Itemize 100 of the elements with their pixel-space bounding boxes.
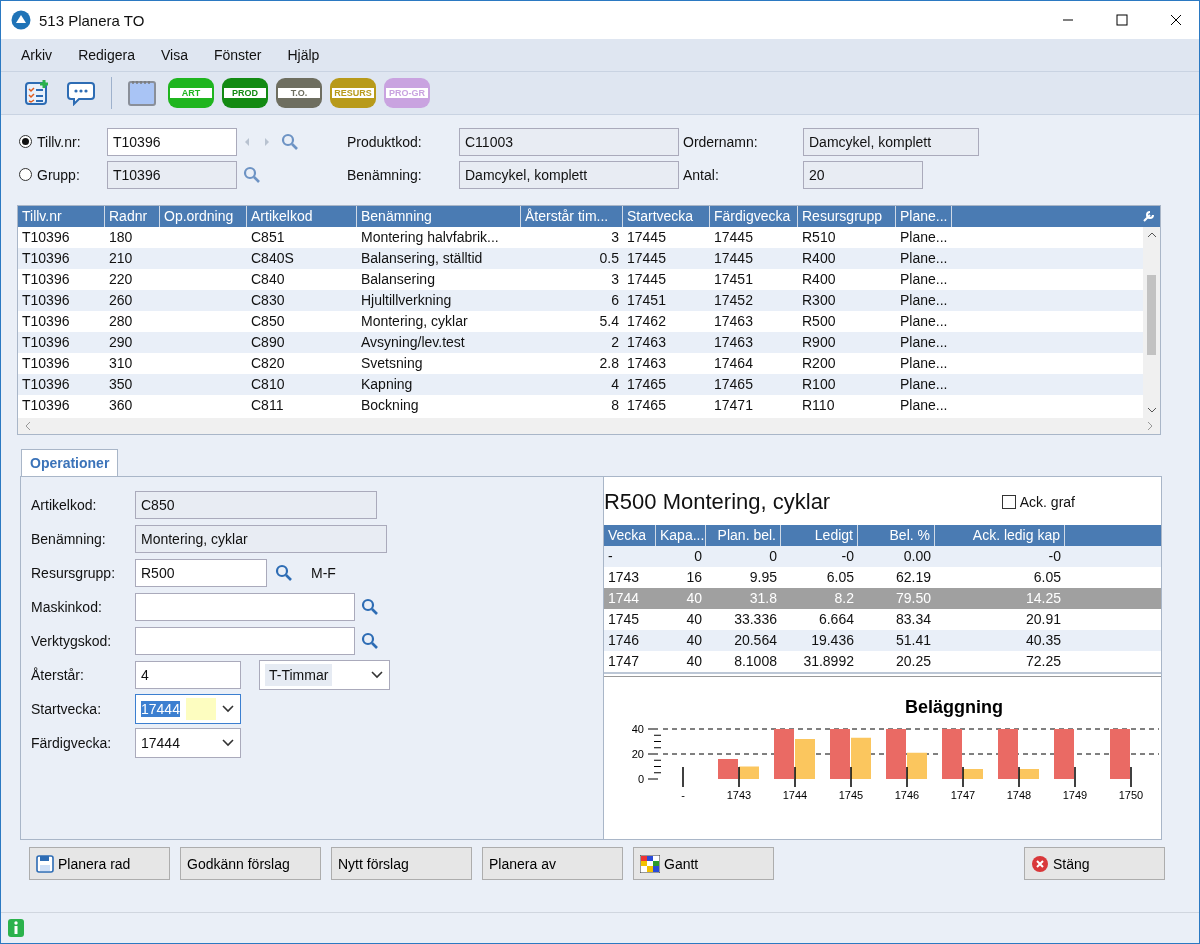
scrollbar-thumb[interactable] xyxy=(1147,275,1156,355)
table-cell-text: Plane... xyxy=(899,375,949,394)
chart-bar xyxy=(774,729,794,779)
table-cell-text: 360 xyxy=(108,396,134,415)
toolbar-button[interactable]: T.O. xyxy=(276,78,322,108)
table-cell-text: C890 xyxy=(250,333,286,352)
table-cell-text: Plane... xyxy=(899,396,949,415)
menu-item[interactable]: Fönster xyxy=(213,47,262,63)
table-cell-text: C810 xyxy=(250,375,286,394)
x-axis-label: - xyxy=(681,789,685,801)
toolbar-button[interactable]: PROD xyxy=(222,78,268,108)
table-cell-text: 17445 xyxy=(626,270,667,289)
table-cell-text: R500 xyxy=(801,312,837,331)
table-cell-text: 16 xyxy=(685,568,703,587)
chart-title: Beläggning xyxy=(905,697,1003,717)
table-cell-text: 5.4 xyxy=(598,312,620,331)
action-button[interactable]: Planera av xyxy=(482,847,623,880)
table-cell-text: 4 xyxy=(610,375,620,394)
table-cell-text: 1747 xyxy=(607,652,641,671)
table-cell-text: Svetsning xyxy=(360,354,424,373)
search-icon[interactable] xyxy=(361,598,379,616)
scroll-down-icon[interactable] xyxy=(1146,406,1157,414)
table-cell-text: C830 xyxy=(250,291,286,310)
menu-item[interactable]: Arkiv xyxy=(21,47,53,63)
tab[interactable]: Operationer xyxy=(21,449,119,476)
chevron-down-icon[interactable] xyxy=(222,705,234,713)
table-cell-text: 14.25 xyxy=(1024,589,1062,608)
resource-title: R500 Montering, cyklar xyxy=(604,489,831,515)
menu-item[interactable]: Visa xyxy=(160,47,188,63)
input-field[interactable] xyxy=(135,593,355,621)
table-cell-text: 0.00 xyxy=(902,547,932,566)
table-cell-text: 31.8 xyxy=(748,589,778,608)
table-cell-text: 17451 xyxy=(626,291,667,310)
field-label: Färdigvecka: xyxy=(31,735,113,751)
chevron-down-icon[interactable] xyxy=(222,739,234,747)
search-icon[interactable] xyxy=(275,564,293,582)
field-label: Antal: xyxy=(683,166,720,183)
x-axis-label: 1743 xyxy=(726,789,752,801)
unit-dropdown[interactable]: T-Timmar xyxy=(259,660,390,690)
table-cell-text: Plane... xyxy=(899,333,949,352)
table-cell-text: Hjultillverkning xyxy=(360,291,453,310)
field-label: Resursgrupp: xyxy=(31,565,117,581)
scroll-right-icon[interactable] xyxy=(1146,421,1154,431)
search-icon[interactable] xyxy=(361,632,379,650)
close-icon[interactable] xyxy=(1170,14,1182,26)
menu-item[interactable]: Hjälp xyxy=(287,47,320,63)
action-button[interactable]: Nytt förslag xyxy=(331,847,472,880)
table-cell-text: T10396 xyxy=(21,291,71,310)
table-cell-text: 17452 xyxy=(713,291,754,310)
table-cell-text: 17462 xyxy=(626,312,667,331)
input-field[interactable]: 4 xyxy=(135,661,241,689)
table-cell-text: T10396 xyxy=(21,249,71,268)
input-field[interactable]: T10396 xyxy=(107,160,237,189)
wrench-icon[interactable] xyxy=(1142,210,1155,223)
table-cell-text: Plane... xyxy=(899,228,949,247)
table-row[interactable]: - 0 0 -0 0.00 -0 xyxy=(604,546,1161,567)
field-label: Ordernamn: xyxy=(683,133,759,150)
menu-item[interactable]: Redigera xyxy=(78,47,135,63)
table-cell-text: 290 xyxy=(108,333,134,352)
table-cell-text: C840S xyxy=(250,249,295,268)
table-cell-text: R900 xyxy=(801,333,837,352)
table-cell-text: 310 xyxy=(108,354,134,373)
chevron-down-icon[interactable] xyxy=(371,671,383,679)
table-cell-text: 3 xyxy=(610,270,620,289)
table-cell-text: 210 xyxy=(108,249,134,268)
scroll-up-icon[interactable] xyxy=(1146,231,1157,239)
action-button[interactable]: Gantt xyxy=(633,847,774,880)
search-icon[interactable] xyxy=(243,165,261,184)
checkbox[interactable]: Ack. graf xyxy=(1001,494,1075,510)
info-icon xyxy=(7,918,25,938)
table-cell-text: T10396 xyxy=(21,270,71,289)
table-cell-text: 17451 xyxy=(713,270,754,289)
action-button[interactable]: Stäng xyxy=(1024,847,1165,880)
table-cell-text: T10396 xyxy=(21,228,71,247)
x-axis-label: 1745 xyxy=(838,789,864,801)
search-icon[interactable] xyxy=(281,132,299,151)
table-cell-text: -0 xyxy=(1047,547,1062,566)
table-cell-text: Balansering, ställtid xyxy=(360,249,484,268)
input-field[interactable]: T10396 xyxy=(107,127,237,156)
table-row[interactable]: 1746 40 20.564 19.436 51.41 40.35 xyxy=(604,630,1161,651)
input-field[interactable]: R500 xyxy=(135,559,267,587)
table-cell-text: 40 xyxy=(685,652,703,671)
field-label: Verktygskod: xyxy=(31,633,113,649)
week-dropdown[interactable]: 17444 xyxy=(135,728,241,758)
x-axis-label: 1747 xyxy=(950,789,976,801)
action-button[interactable]: Planera rad xyxy=(29,847,170,880)
radio-button[interactable]: Grupp: xyxy=(19,166,107,183)
y-axis-label: 0 xyxy=(637,773,644,785)
y-axis-minor-ticks xyxy=(653,734,662,774)
week-dropdown[interactable]: 17444 xyxy=(135,694,241,724)
maximize-icon[interactable] xyxy=(1116,14,1128,26)
scroll-left-icon[interactable] xyxy=(24,421,32,431)
radio-button[interactable]: Tillv.nr: xyxy=(19,133,107,150)
table-cell-text: 40 xyxy=(685,631,703,650)
table-cell-text: 17464 xyxy=(713,354,754,373)
chart-bar xyxy=(795,739,815,779)
action-button[interactable]: Godkänn förslag xyxy=(180,847,321,880)
table-cell-text: Plane... xyxy=(899,354,949,373)
table-cell-text: 19.436 xyxy=(810,631,855,650)
input-field[interactable] xyxy=(135,627,355,655)
